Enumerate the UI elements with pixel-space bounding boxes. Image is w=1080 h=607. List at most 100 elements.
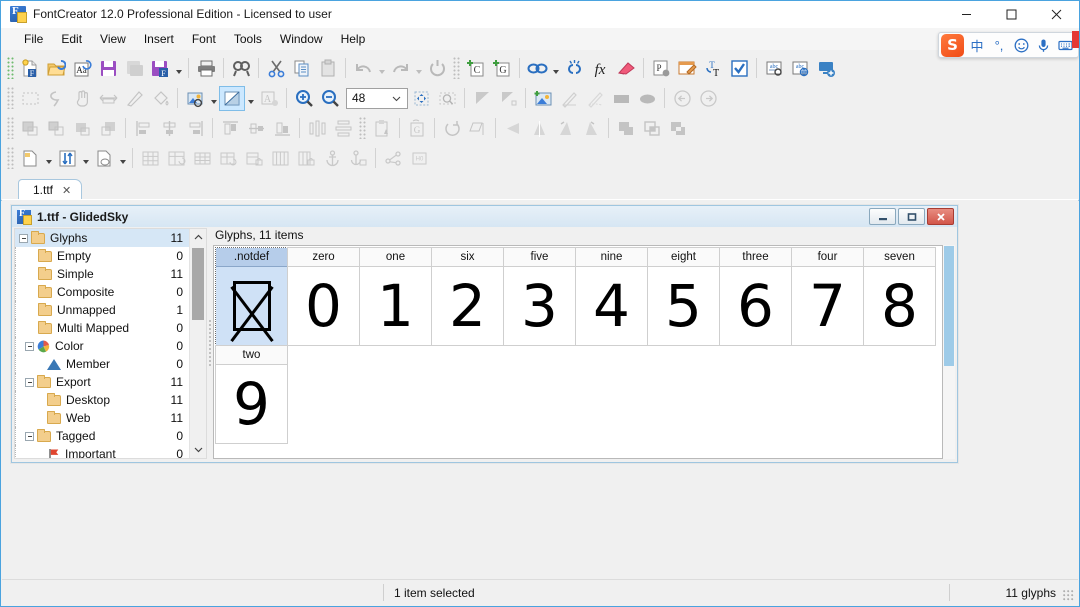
link-dropdown[interactable] (550, 56, 561, 81)
tree-item-simple[interactable]: Simple 11 (15, 265, 189, 283)
collapse-icon[interactable] (25, 431, 34, 441)
scrollbar-thumb[interactable] (192, 248, 204, 320)
open-font-icon[interactable] (43, 56, 69, 81)
close-tab-icon[interactable]: ✕ (62, 184, 71, 197)
tree-item-color[interactable]: Color 0 (15, 337, 189, 355)
rectangle-icon[interactable] (608, 86, 634, 111)
contour-fill-icon[interactable] (219, 85, 245, 111)
validation-icon[interactable] (726, 56, 752, 81)
glyph-cell-six[interactable]: six 2 (431, 247, 504, 346)
toolbar-grip[interactable] (359, 117, 366, 139)
ime-toolbar[interactable]: S 中 °, (938, 32, 1079, 58)
child-window-title-bar[interactable]: 1.ttf - GlidedSky (12, 206, 957, 227)
undo-icon[interactable] (350, 56, 376, 81)
measure-icon[interactable] (95, 86, 121, 111)
table-icon[interactable] (189, 146, 215, 171)
reload-icon[interactable] (424, 56, 450, 81)
redo-dropdown[interactable] (413, 56, 424, 81)
minimize-icon[interactable] (869, 208, 896, 225)
bring-forward-icon[interactable] (69, 116, 95, 141)
collapse-icon[interactable] (25, 377, 34, 387)
zoom-input[interactable]: 48 (346, 87, 408, 109)
send-backward-icon[interactable] (95, 116, 121, 141)
install-font-icon[interactable] (813, 56, 839, 81)
glyph-transform-icon[interactable] (91, 146, 117, 171)
align-back-icon[interactable] (43, 116, 69, 141)
glyph-cell-notdef[interactable]: .notdef (215, 247, 288, 346)
tree-item-unmapped[interactable]: Unmapped 1 (15, 301, 189, 319)
save-icon[interactable] (95, 56, 121, 81)
glyph-vertical-scrollbar[interactable] (943, 245, 955, 459)
skew-icon[interactable] (465, 116, 491, 141)
contour-fill-dropdown[interactable] (245, 86, 256, 111)
glyph-cell-zero[interactable]: zero 0 (287, 247, 360, 346)
glyph-transform-dropdown[interactable] (117, 146, 128, 171)
metrics-dropdown[interactable] (80, 146, 91, 171)
glyph-category-tree[interactable]: Glyphs 11 Empty 0 Simple 11 Composite 0 … (14, 228, 207, 459)
glyph-cell-two[interactable]: two 9 (215, 345, 288, 444)
unlink-icon[interactable] (561, 56, 587, 81)
menu-font[interactable]: Font (183, 29, 225, 49)
close-icon[interactable] (927, 208, 954, 225)
copy-icon[interactable] (289, 56, 315, 81)
ime-mode-chinese[interactable]: 中 (966, 34, 988, 56)
save-all-icon[interactable] (121, 56, 147, 81)
close-icon[interactable] (1034, 1, 1079, 28)
grid-icon[interactable] (137, 146, 163, 171)
align-right-icon[interactable] (182, 116, 208, 141)
anchor-lock-icon[interactable] (345, 146, 371, 171)
previous-glyph-icon[interactable] (669, 86, 695, 111)
glyph-cell-four[interactable]: four 7 (791, 247, 864, 346)
add-line-icon[interactable] (556, 86, 582, 111)
chevron-down-icon[interactable] (392, 94, 401, 103)
restore-icon[interactable] (898, 208, 925, 225)
tree-item-desktop[interactable]: Desktop 11 (15, 391, 189, 409)
collapse-icon[interactable] (19, 233, 28, 243)
smooth-point-icon[interactable] (495, 86, 521, 111)
glyph-grid-container[interactable]: .notdef zero 0 one 1 six 2 five 3 nine 4… (213, 245, 943, 459)
insert-image-icon[interactable] (530, 86, 556, 111)
align-top-icon[interactable] (217, 116, 243, 141)
paste-special-icon[interactable] (369, 116, 395, 141)
image-tool-icon[interactable] (182, 86, 208, 111)
transform-icon[interactable]: fx (587, 56, 613, 81)
align-front-icon[interactable] (17, 116, 43, 141)
new-from-template-icon[interactable]: Aa (69, 56, 95, 81)
lasso-icon[interactable] (43, 86, 69, 111)
mirror-slant-right-icon[interactable] (578, 116, 604, 141)
grid-rows-icon[interactable] (163, 146, 189, 171)
new-glyph-dropdown[interactable] (43, 146, 54, 171)
toolbar-grip[interactable] (453, 57, 460, 79)
tree-item-tagged[interactable]: Tagged 0 (15, 427, 189, 445)
columns-lock-icon[interactable] (293, 146, 319, 171)
ime-emoji-icon[interactable] (1010, 34, 1032, 56)
paste-glyph-icon[interactable]: G (404, 116, 430, 141)
tree-item-glyphs[interactable]: Glyphs 11 (15, 229, 189, 247)
table-rows-icon[interactable] (215, 146, 241, 171)
insert-glyph-icon[interactable]: G (489, 56, 515, 81)
ime-microphone-icon[interactable] (1032, 34, 1054, 56)
new-glyph-icon[interactable] (17, 146, 43, 171)
fit-icon[interactable] (408, 86, 434, 111)
zoom-in-icon[interactable] (291, 86, 317, 111)
menu-view[interactable]: View (91, 29, 135, 49)
tree-vertical-scrollbar[interactable] (189, 229, 206, 458)
glyph-cell-one[interactable]: one 1 (359, 247, 432, 346)
collapse-icon[interactable] (25, 341, 34, 351)
toolbar-grip[interactable] (7, 147, 14, 169)
flip-icon[interactable] (500, 116, 526, 141)
zoom-out-icon[interactable] (317, 86, 343, 111)
add-curve-icon[interactable] (582, 86, 608, 111)
columns-icon[interactable] (267, 146, 293, 171)
table-lock-icon[interactable] (241, 146, 267, 171)
preview-web-icon[interactable]: abc (787, 56, 813, 81)
point-path-icon[interactable] (380, 146, 406, 171)
scrollbar-thumb[interactable] (944, 246, 954, 366)
matrix-icon[interactable]: H0 (406, 146, 432, 171)
glyph-cell-nine[interactable]: nine 4 (575, 247, 648, 346)
distribute-vertical-icon[interactable] (330, 116, 356, 141)
scroll-up-icon[interactable] (190, 229, 206, 246)
new-font-icon[interactable]: F (17, 56, 43, 81)
maximize-icon[interactable] (989, 1, 1034, 28)
ellipse-icon[interactable] (634, 86, 660, 111)
